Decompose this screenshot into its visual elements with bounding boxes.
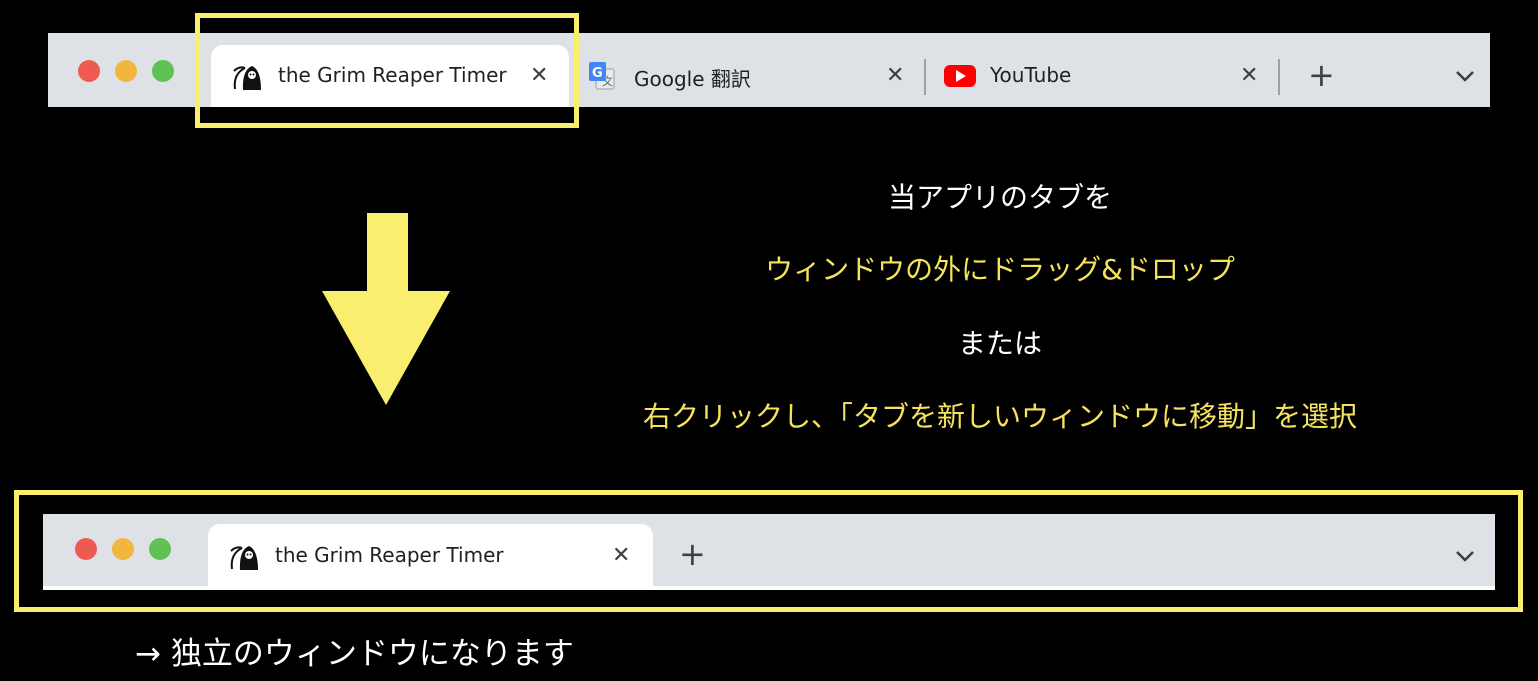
tab-google-translate[interactable]: 文 G Google 翻訳 ✕ [580, 45, 928, 107]
instruction-line-1: 当アプリのタブを [887, 181, 1112, 214]
tab-close-button[interactable]: ✕ [1240, 65, 1258, 87]
tab-divider [1278, 59, 1280, 95]
maximize-window-button[interactable] [152, 60, 174, 82]
tab-divider [924, 59, 926, 95]
svg-text:G: G [592, 66, 603, 81]
new-tab-button[interactable]: + [1308, 59, 1335, 91]
down-arrow-icon [322, 213, 450, 405]
minimize-window-button[interactable] [115, 60, 137, 82]
instruction-line-2: ウィンドウの外にドラッグ&ドロップ [765, 253, 1235, 286]
close-window-button[interactable] [78, 60, 100, 82]
tab-title: Google 翻訳 [634, 67, 751, 91]
result-caption: → 独立のウィンドウになります [135, 636, 574, 672]
youtube-icon [944, 65, 976, 92]
tab-youtube[interactable]: YouTube ✕ [932, 45, 1280, 107]
google-translate-icon: 文 G [588, 61, 616, 96]
instruction-line-3: または [957, 327, 1042, 360]
chevron-down-icon[interactable] [1455, 68, 1475, 87]
tab-title: YouTube [990, 63, 1072, 87]
active-tab-highlight [195, 13, 579, 128]
new-window-highlight [14, 490, 1523, 612]
window-controls [78, 60, 174, 82]
instruction-line-4: 右クリックし、「タブを新しいウィンドウに移動」を選択 [642, 400, 1357, 433]
tab-close-button[interactable]: ✕ [886, 65, 904, 87]
